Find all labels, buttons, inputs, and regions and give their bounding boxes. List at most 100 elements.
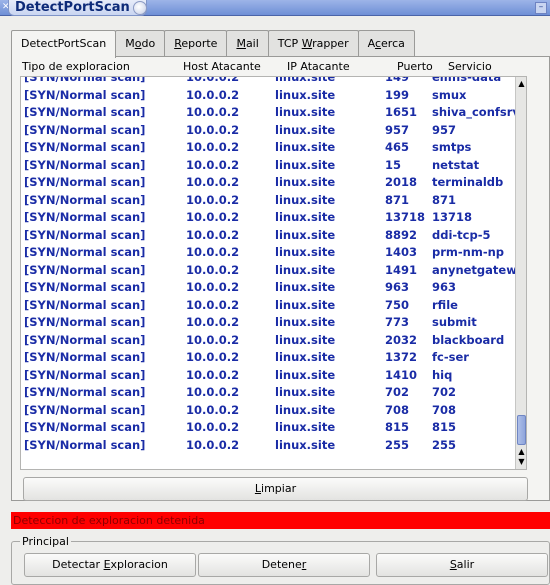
cell-host: 10.0.0.2: [186, 105, 240, 119]
table-row[interactable]: [SYN/Normal scan] 10.0.0.2 linux.site 871 87…: [21, 191, 516, 209]
table-row[interactable]: [SYN/Normal scan] 10.0.0.2 linux.site 750 rf…: [21, 296, 516, 314]
table-row[interactable]: [SYN/Normal scan] 10.0.0.2 linux.site 1491 a…: [21, 261, 526, 279]
cell-servicio: ddi-tcp-5: [432, 227, 491, 242]
scan-results-list[interactable]: [SYN/Normal scan] 10.0.0.2 linux.site 149 em…: [20, 76, 527, 470]
cell-host: 10.0.0.2: [186, 192, 240, 207]
table-row[interactable]: [SYN/Normal scan] 10.0.0.2 linux.site 702 70…: [21, 383, 516, 401]
cell-host: 10.0.0.2: [186, 280, 240, 294]
cell-servicio: anynetgateway: [432, 262, 527, 277]
table-row[interactable]: [SYN/Normal scan] 10.0.0.2 linux.site 773 su…: [21, 313, 516, 331]
cell-host: 10.0.0.2: [186, 210, 240, 224]
cell-tipo: [SYN/Normal scan]: [24, 280, 146, 294]
cell-ip: linux.site: [275, 87, 336, 102]
pin-icon[interactable]: [133, 1, 147, 15]
cell-tipo: [SYN/Normal scan]: [24, 76, 146, 84]
cell-ip: linux.site: [275, 140, 336, 154]
tab-bar: DetectPortScan Modo Reporte Mail TCP Wra…: [11, 30, 415, 58]
cell-puerto: 255: [385, 437, 410, 452]
cell-ip: linux.site: [275, 105, 336, 119]
cell-tipo: [SYN/Normal scan]: [24, 87, 146, 102]
column-header-tipo[interactable]: Tipo de exploracion: [22, 60, 130, 73]
salir-button[interactable]: Salir: [376, 553, 548, 577]
detectar-exploracion-button[interactable]: Detectar Exploracion: [24, 553, 196, 577]
cell-puerto: 465: [385, 140, 410, 154]
table-row[interactable]: [SYN/Normal scan] 10.0.0.2 linux.site 1403 p…: [21, 243, 516, 261]
scroll-up-icon[interactable]: ▲: [516, 79, 526, 89]
table-row[interactable]: [SYN/Normal scan] 10.0.0.2 linux.site 149 em…: [21, 76, 516, 86]
vertical-scrollbar[interactable]: ▲ ▲ ▼: [515, 77, 526, 469]
table-row[interactable]: [SYN/Normal scan] 10.0.0.2 linux.site 1651 s…: [21, 103, 526, 121]
cell-puerto: 13718: [385, 210, 426, 224]
cell-tipo: [SYN/Normal scan]: [24, 105, 146, 119]
column-header-servicio[interactable]: Servicio: [448, 60, 492, 73]
cell-puerto: 815: [385, 420, 410, 434]
table-row[interactable]: [SYN/Normal scan] 10.0.0.2 linux.site 708 70…: [21, 401, 516, 419]
table-row[interactable]: [SYN/Normal scan] 10.0.0.2 linux.site 199 sm…: [21, 86, 516, 104]
cell-servicio: prm-nm-np: [432, 245, 505, 259]
cell-ip: linux.site: [275, 192, 336, 207]
cell-servicio: 13718: [432, 210, 473, 224]
table-row[interactable]: [SYN/Normal scan] 10.0.0.2 linux.site 15 net…: [21, 156, 516, 174]
cell-tipo: [SYN/Normal scan]: [24, 192, 146, 207]
cell-servicio: 815: [432, 420, 457, 434]
salir-button-label: Salir: [449, 558, 475, 571]
table-row[interactable]: [SYN/Normal scan] 10.0.0.2 linux.site 465 sm…: [21, 138, 516, 156]
column-header-puerto[interactable]: Puerto: [397, 60, 433, 73]
tab-mail[interactable]: Mail: [226, 30, 269, 57]
cell-tipo: [SYN/Normal scan]: [24, 385, 146, 399]
tab-tcp-wrapper[interactable]: TCP Wrapper: [267, 30, 359, 57]
table-row[interactable]: [SYN/Normal scan] 10.0.0.2 linux.site 1372 f…: [21, 348, 516, 366]
table-row[interactable]: [SYN/Normal scan] 10.0.0.2 linux.site 1410 h…: [21, 366, 516, 384]
cell-ip: linux.site: [275, 315, 336, 329]
cell-servicio: 708: [432, 402, 457, 417]
cell-puerto: 1372: [385, 350, 418, 364]
principal-group-label: Principal: [20, 535, 71, 548]
limpiar-button[interactable]: Limpiar: [23, 477, 528, 501]
cell-host: 10.0.0.2: [186, 385, 240, 399]
cell-host: 10.0.0.2: [186, 350, 240, 364]
cell-ip: linux.site: [275, 367, 336, 382]
detectar-exploracion-label: Detectar Exploracion: [52, 558, 168, 571]
cell-puerto: 773: [385, 315, 410, 329]
table-row[interactable]: [SYN/Normal scan] 10.0.0.2 linux.site 255 25…: [21, 436, 516, 454]
cell-servicio: 871: [432, 192, 457, 207]
scrollbar-thumb[interactable]: [517, 415, 526, 445]
cell-servicio: 957: [432, 122, 457, 137]
cell-host: 10.0.0.2: [186, 245, 240, 259]
tab-modo[interactable]: Modo: [115, 30, 166, 57]
scan-results-rows: [SYN/Normal scan] 10.0.0.2 linux.site 149 em…: [21, 76, 526, 454]
cell-ip: linux.site: [275, 245, 336, 259]
window-title-tab[interactable]: DetectPortScan: [8, 0, 147, 16]
tab-detectportscan[interactable]: DetectPortScan: [11, 30, 117, 58]
title-bar[interactable]: ✕ DetectPortScan –: [0, 0, 550, 16]
tab-reporte[interactable]: Reporte: [164, 30, 228, 57]
cell-tipo: [SYN/Normal scan]: [24, 245, 146, 259]
cell-tipo: [SYN/Normal scan]: [24, 297, 146, 312]
cell-puerto: 750: [385, 297, 410, 312]
cell-ip: linux.site: [275, 175, 336, 189]
cell-puerto: 702: [385, 385, 410, 399]
column-header-host[interactable]: Host Atacante: [183, 60, 261, 73]
column-header-ip[interactable]: IP Atacante: [287, 60, 350, 73]
scroll-down-icon[interactable]: ▲ ▼: [516, 447, 526, 467]
table-row[interactable]: [SYN/Normal scan] 10.0.0.2 linux.site 13718…: [21, 208, 516, 226]
column-headers: Tipo de exploracion Host Atacante IP Ata…: [11, 58, 536, 76]
cell-servicio: submit: [432, 315, 477, 329]
cell-tipo: [SYN/Normal scan]: [24, 140, 146, 154]
cell-servicio: fc-ser: [432, 350, 469, 364]
minimize-button[interactable]: –: [535, 2, 547, 14]
cell-servicio: 255: [432, 437, 457, 452]
tab-acerca[interactable]: Acerca: [357, 30, 415, 57]
table-row[interactable]: [SYN/Normal scan] 10.0.0.2 linux.site 2032 b…: [21, 331, 516, 349]
status-bar: Deteccion de exploracion detenida: [11, 512, 550, 529]
cell-host: 10.0.0.2: [186, 140, 240, 154]
table-row[interactable]: [SYN/Normal scan] 10.0.0.2 linux.site 957 95…: [21, 121, 516, 139]
table-row[interactable]: [SYN/Normal scan] 10.0.0.2 linux.site 8892 d…: [21, 226, 516, 244]
cell-puerto: 15: [385, 157, 402, 172]
detener-button[interactable]: Detener: [198, 553, 370, 577]
table-row[interactable]: [SYN/Normal scan] 10.0.0.2 linux.site 963 96…: [21, 278, 516, 296]
table-row[interactable]: [SYN/Normal scan] 10.0.0.2 linux.site 2018 t…: [21, 173, 516, 191]
table-row[interactable]: [SYN/Normal scan] 10.0.0.2 linux.site 815 81…: [21, 418, 516, 436]
cell-puerto: 871: [385, 192, 410, 207]
cell-host: 10.0.0.2: [186, 87, 240, 102]
